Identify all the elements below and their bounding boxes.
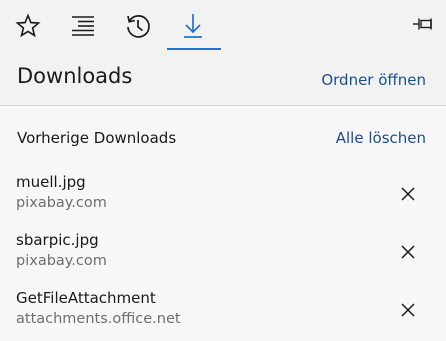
remove-download-button[interactable] <box>397 299 419 321</box>
clear-all-link[interactable]: Alle löschen <box>336 129 426 147</box>
tab-reading-list[interactable] <box>57 2 109 50</box>
download-item[interactable]: muell.jpg pixabay.com <box>0 173 446 225</box>
tab-favorites[interactable] <box>2 2 54 50</box>
tab-downloads[interactable] <box>167 2 219 50</box>
download-item-source: attachments.office.net <box>16 311 181 327</box>
star-icon <box>15 13 41 38</box>
download-item-source: pixabay.com <box>16 253 107 269</box>
reading-list-icon <box>72 16 94 36</box>
hub-toolbar <box>0 0 446 52</box>
download-item[interactable]: GetFileAttachment attachments.office.net <box>0 289 446 341</box>
history-icon <box>127 15 150 38</box>
download-item-name[interactable]: GetFileAttachment <box>16 289 156 307</box>
pin-button[interactable] <box>410 12 436 36</box>
download-icon <box>184 14 202 38</box>
pin-icon <box>413 18 432 30</box>
remove-download-button[interactable] <box>397 241 419 263</box>
download-item-source: pixabay.com <box>16 195 107 211</box>
open-folder-link[interactable]: Ordner öffnen <box>321 71 426 89</box>
download-item-name[interactable]: sbarpic.jpg <box>16 231 99 249</box>
remove-download-button[interactable] <box>397 183 419 205</box>
section-label: Vorherige Downloads <box>17 129 177 147</box>
active-tab-indicator <box>167 48 221 50</box>
close-icon <box>401 303 415 317</box>
close-icon <box>401 187 415 201</box>
close-icon <box>401 245 415 259</box>
download-item-name[interactable]: muell.jpg <box>16 173 86 191</box>
page-title: Downloads <box>17 64 133 88</box>
download-item[interactable]: sbarpic.jpg pixabay.com <box>0 231 446 283</box>
tab-history[interactable] <box>112 2 164 50</box>
